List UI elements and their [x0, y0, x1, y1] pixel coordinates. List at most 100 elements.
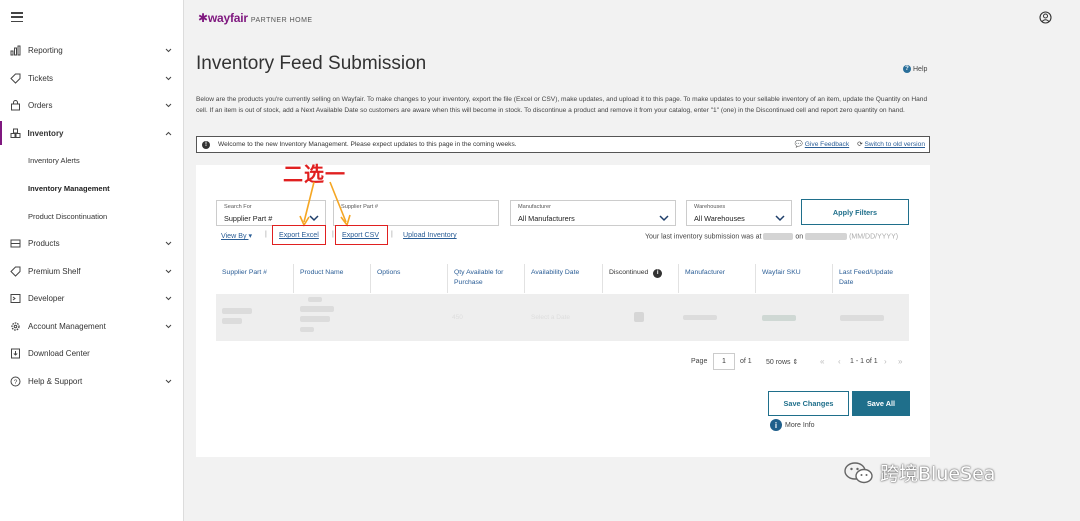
download-icon	[10, 348, 21, 359]
sidebar: Reporting Tickets Orders Inventory Inven…	[0, 0, 184, 521]
manufacturer-select[interactable]: Manufacturer All Manufacturers	[510, 200, 676, 226]
prev-page-icon[interactable]: ‹	[838, 357, 841, 366]
sidebar-item-reporting[interactable]: Reporting	[0, 38, 184, 62]
separator: |	[265, 231, 267, 238]
rows-per-page-select[interactable]: 50 rows ⇕	[766, 358, 798, 366]
redacted-cell	[762, 315, 796, 321]
sidebar-item-inventory[interactable]: Inventory	[0, 121, 184, 145]
page-number-input[interactable]: 1	[713, 353, 735, 370]
info-icon: !	[202, 140, 210, 149]
chevron-down-icon	[165, 294, 172, 303]
banner-text: Welcome to the new Inventory Management.…	[218, 141, 517, 148]
column-header-options[interactable]: Options	[370, 264, 447, 293]
page-of-total: of 1	[740, 358, 752, 365]
warehouses-value: All Warehouses	[694, 214, 745, 223]
column-header-supplier-part[interactable]: Supplier Part #	[216, 264, 293, 293]
sidebar-item-developer[interactable]: Developer	[0, 286, 184, 310]
column-header-qty-available[interactable]: Qty Available for Purchase	[447, 264, 524, 293]
sidebar-item-premium-shelf[interactable]: Premium Shelf	[0, 259, 184, 283]
apply-filters-button[interactable]: Apply Filters	[801, 199, 909, 225]
switch-old-version-link[interactable]: ⟳ Switch to old version	[857, 140, 925, 148]
sidebar-item-label: Download Center	[28, 348, 90, 358]
warehouses-select[interactable]: Warehouses All Warehouses	[686, 200, 792, 226]
page-description: Below are the products you're currently …	[196, 96, 928, 114]
gear-icon	[10, 321, 21, 332]
column-header-discontinued[interactable]: Discontinued i	[602, 264, 678, 293]
column-header-last-feed[interactable]: Last Feed/Update Date	[832, 264, 909, 293]
annotation-box-export-excel	[272, 225, 326, 245]
last-submission-prefix: Your last inventory submission was at	[645, 233, 762, 241]
save-all-button[interactable]: Save All	[852, 391, 910, 416]
chevron-up-icon	[165, 129, 172, 138]
separator: |	[391, 231, 393, 238]
hamburger-menu-icon[interactable]	[11, 12, 23, 23]
help-label: Help	[913, 65, 928, 73]
sidebar-item-help-support[interactable]: ? Help & Support	[0, 369, 184, 393]
manufacturer-label: Manufacturer	[518, 204, 551, 210]
chevron-down-icon	[659, 209, 669, 227]
sidebar-item-label: Inventory	[27, 128, 64, 138]
page-title: Inventory Feed Submission	[196, 53, 427, 74]
discontinued-checkbox[interactable]	[634, 312, 644, 322]
chevron-down-icon	[165, 74, 172, 83]
sidebar-item-label: Orders	[28, 100, 53, 110]
tag-icon	[10, 266, 21, 277]
tag-icon	[10, 73, 21, 84]
last-submission-on: on	[795, 233, 804, 241]
redacted-date	[805, 233, 848, 240]
redacted-cell	[300, 306, 334, 312]
column-header-wayfair-sku[interactable]: Wayfair SKU	[755, 264, 832, 293]
sidebar-item-label: Account Management	[28, 321, 106, 331]
switch-old-version-text[interactable]: Switch to old version	[865, 141, 925, 148]
wayfair-partner-home-logo[interactable]: ✱wayfair PARTNER HOME	[198, 11, 313, 25]
sort-arrows-icon: ⇕	[792, 359, 799, 366]
column-header-manufacturer[interactable]: Manufacturer	[678, 264, 755, 293]
sidebar-sub-inventory-management[interactable]: Inventory Management	[28, 184, 110, 193]
sidebar-item-download-center[interactable]: Download Center	[0, 341, 184, 365]
help-icon: ?	[10, 376, 21, 387]
next-page-icon[interactable]: ›	[884, 357, 887, 366]
chevron-down-icon	[165, 267, 172, 276]
bag-icon	[10, 99, 21, 111]
sidebar-sub-product-discontinuation[interactable]: Product Discontinuation	[28, 212, 107, 221]
sidebar-item-products[interactable]: Products	[0, 231, 184, 255]
sidebar-item-account-management[interactable]: Account Management	[0, 314, 184, 338]
terminal-icon	[10, 293, 21, 304]
view-by-label: View By	[221, 232, 247, 240]
redacted-cell	[683, 315, 717, 320]
column-header-product-name[interactable]: Product Name	[293, 264, 370, 293]
redacted-cell	[300, 327, 314, 332]
search-for-label: Search For	[224, 204, 252, 210]
give-feedback-text[interactable]: Give Feedback	[805, 141, 849, 148]
last-page-icon[interactable]: »	[898, 357, 902, 366]
brand-logo: ✱wayfair	[198, 11, 248, 25]
help-icon: ?	[903, 65, 911, 73]
svg-text:?: ?	[14, 379, 18, 386]
availability-date-input[interactable]: Select a Date	[531, 314, 570, 321]
save-changes-button[interactable]: Save Changes	[768, 391, 849, 416]
sidebar-item-tickets[interactable]: Tickets	[0, 66, 184, 90]
sidebar-item-orders[interactable]: Orders	[0, 93, 184, 117]
view-by-dropdown[interactable]: View By ▾	[221, 231, 252, 240]
bar-chart-icon	[10, 45, 21, 56]
redacted-cell	[308, 297, 322, 302]
info-icon: i	[770, 419, 782, 431]
page-label: Page	[691, 358, 708, 365]
give-feedback-link[interactable]: 💬 Give Feedback	[795, 140, 849, 148]
help-link[interactable]: ? Help	[903, 65, 927, 73]
more-info-link[interactable]: i More Info	[770, 419, 815, 431]
table-row[interactable]: 450 Select a Date	[216, 294, 909, 341]
chevron-down-icon	[165, 239, 172, 248]
upload-inventory-link[interactable]: Upload Inventory	[403, 231, 457, 239]
redacted-cell	[222, 308, 252, 314]
qty-input-value[interactable]: 450	[452, 314, 463, 321]
column-header-availability-date[interactable]: Availability Date	[524, 264, 602, 293]
chevron-down-icon	[165, 46, 172, 55]
sidebar-sub-inventory-alerts[interactable]: Inventory Alerts	[28, 156, 80, 165]
user-account-icon[interactable]	[1039, 11, 1052, 29]
info-banner: ! Welcome to the new Inventory Managemen…	[196, 136, 930, 153]
warehouses-label: Warehouses	[694, 204, 726, 210]
sidebar-item-label: Tickets	[28, 73, 54, 83]
info-icon[interactable]: i	[653, 269, 663, 278]
first-page-icon[interactable]: «	[820, 357, 824, 366]
